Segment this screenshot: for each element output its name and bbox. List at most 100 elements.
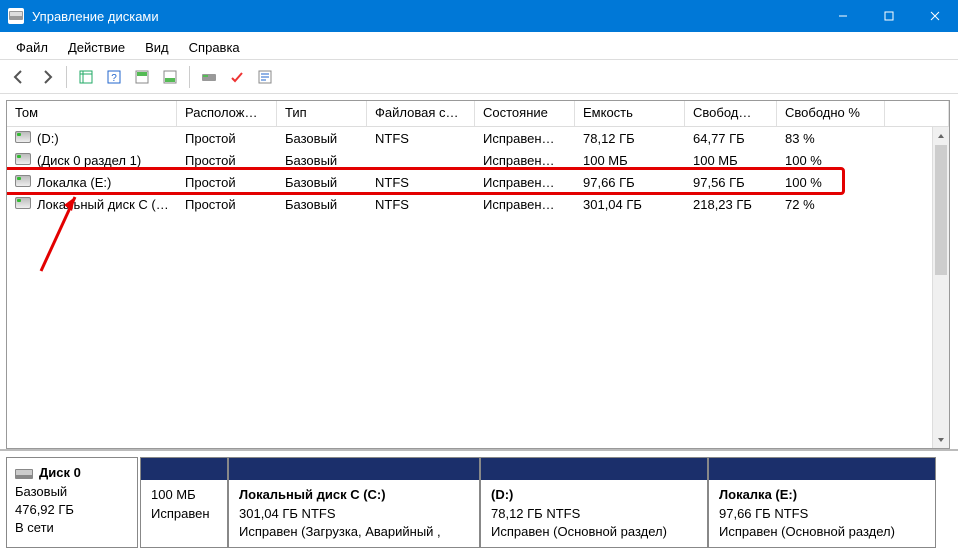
cell-fs: NTFS	[367, 196, 475, 213]
volume-icon	[15, 175, 31, 187]
cell-type: Базовый	[277, 130, 367, 147]
partition[interactable]: (D:) 78,12 ГБ NTFS Исправен (Основной разд…	[480, 457, 708, 548]
disk-capacity: 476,92 ГБ	[15, 502, 74, 517]
cell-capacity: 78,12 ГБ	[575, 130, 685, 147]
view-bottom-button[interactable]	[157, 64, 183, 90]
table-row[interactable]: Локальный диск C (… ПростойБазовыйNTFSИсп…	[7, 193, 949, 215]
column-status[interactable]: Состояние	[475, 101, 575, 126]
column-volume[interactable]: Том	[7, 101, 177, 126]
disk-header[interactable]: Диск 0 Базовый 476,92 ГБ В сети	[6, 457, 138, 548]
refresh-button[interactable]	[224, 64, 250, 90]
partition-status: Исправен (Основной раздел)	[491, 524, 667, 539]
settings-button[interactable]	[196, 64, 222, 90]
table-row[interactable]: (Диск 0 раздел 1)ПростойБазовыйИсправен……	[7, 149, 949, 171]
menu-file[interactable]: Файл	[6, 36, 58, 59]
cell-status: Исправен…	[475, 130, 575, 147]
cell-layout: Простой	[177, 196, 277, 213]
partition-status: Исправен (Загрузка, Аварийный ,	[239, 524, 441, 539]
volume-icon	[15, 153, 31, 165]
cell-status: Исправен…	[475, 174, 575, 191]
table-row[interactable]: Локалка (E:)ПростойБазовыйNTFSИсправен…9…	[7, 171, 949, 193]
partition-color-bar	[229, 458, 479, 480]
scroll-down-button[interactable]	[933, 431, 949, 448]
cell-freepct: 100 %	[777, 152, 885, 169]
titlebar: Управление дисками	[0, 0, 958, 32]
partition-title: (D:)	[491, 487, 513, 502]
view-top-button[interactable]	[129, 64, 155, 90]
cell-layout: Простой	[177, 130, 277, 147]
partition-title: Локальный диск C (C:)	[239, 487, 386, 502]
app-icon	[8, 8, 24, 24]
column-headers: Том Располож… Тип Файловая с… Состояние …	[7, 101, 949, 127]
partition-size: 78,12 ГБ NTFS	[491, 506, 580, 521]
cell-layout: Простой	[177, 152, 277, 169]
partition-color-bar	[481, 458, 707, 480]
cell-status: Исправен…	[475, 152, 575, 169]
menu-help[interactable]: Справка	[179, 36, 250, 59]
cell-type: Базовый	[277, 174, 367, 191]
column-layout[interactable]: Располож…	[177, 101, 277, 126]
partition-status: Исправен (Основной раздел)	[719, 524, 895, 539]
cell-free: 218,23 ГБ	[685, 196, 777, 213]
scroll-up-button[interactable]	[933, 127, 949, 144]
cell-capacity: 97,66 ГБ	[575, 174, 685, 191]
cell-capacity: 301,04 ГБ	[575, 196, 685, 213]
volume-list-pane: Том Располож… Тип Файловая с… Состояние …	[6, 100, 950, 449]
disk-map-pane: Диск 0 Базовый 476,92 ГБ В сети 100 МБ Ис…	[0, 449, 958, 556]
disk-icon	[15, 467, 33, 481]
window-title: Управление дисками	[32, 9, 820, 24]
cell-capacity: 100 МБ	[575, 152, 685, 169]
cell-fs	[367, 159, 475, 161]
column-capacity[interactable]: Емкость	[575, 101, 685, 126]
column-type[interactable]: Тип	[277, 101, 367, 126]
cell-free: 100 МБ	[685, 152, 777, 169]
volume-name: Локальный диск C (…	[37, 197, 169, 212]
column-spacer	[885, 101, 949, 126]
disk-type: Базовый	[15, 484, 67, 499]
column-fs[interactable]: Файловая с…	[367, 101, 475, 126]
partition-title: Локалка (E:)	[719, 487, 797, 502]
partition[interactable]: 100 МБ Исправен	[140, 457, 228, 548]
maximize-button[interactable]	[866, 0, 912, 32]
properties-button[interactable]	[252, 64, 278, 90]
partition[interactable]: Локалка (E:) 97,66 ГБ NTFS Исправен (Основ…	[708, 457, 936, 548]
partition-size: 301,04 ГБ NTFS	[239, 506, 336, 521]
back-button[interactable]	[6, 64, 32, 90]
partition-status: Исправен	[151, 506, 210, 521]
cell-layout: Простой	[177, 174, 277, 191]
show-hide-tree-button[interactable]	[73, 64, 99, 90]
menu-view[interactable]: Вид	[135, 36, 179, 59]
scroll-thumb[interactable]	[935, 145, 947, 275]
menubar: Файл Действие Вид Справка	[0, 32, 958, 60]
partition-color-bar	[141, 458, 227, 480]
partition-size: 97,66 ГБ NTFS	[719, 506, 808, 521]
volume-name: Локалка (E:)	[37, 175, 111, 190]
column-free[interactable]: Свобод…	[685, 101, 777, 126]
svg-text:?: ?	[111, 73, 117, 84]
minimize-button[interactable]	[820, 0, 866, 32]
disk-name: Диск 0	[39, 465, 81, 480]
forward-button[interactable]	[34, 64, 60, 90]
volume-name: (Диск 0 раздел 1)	[37, 153, 141, 168]
partition[interactable]: Локальный диск C (C:) 301,04 ГБ NTFS Испра…	[228, 457, 480, 548]
cell-free: 97,56 ГБ	[685, 174, 777, 191]
volume-icon	[15, 197, 31, 209]
partition-strip: 100 МБ Исправен Локальный диск C (C:) 301,0…	[140, 457, 950, 548]
table-row[interactable]: (D:)ПростойБазовыйNTFSИсправен…78,12 ГБ6…	[7, 127, 949, 149]
cell-type: Базовый	[277, 196, 367, 213]
column-freepct[interactable]: Свободно %	[777, 101, 885, 126]
cell-free: 64,77 ГБ	[685, 130, 777, 147]
cell-freepct: 72 %	[777, 196, 885, 213]
menu-action[interactable]: Действие	[58, 36, 135, 59]
partition-color-bar	[709, 458, 935, 480]
cell-freepct: 83 %	[777, 130, 885, 147]
close-button[interactable]	[912, 0, 958, 32]
cell-status: Исправен…	[475, 196, 575, 213]
disk-status: В сети	[15, 520, 54, 535]
vertical-scrollbar[interactable]	[932, 127, 949, 448]
volume-name: (D:)	[37, 131, 59, 146]
cell-freepct: 100 %	[777, 174, 885, 191]
partition-size: 100 МБ	[151, 487, 196, 502]
cell-fs: NTFS	[367, 174, 475, 191]
help-button[interactable]: ?	[101, 64, 127, 90]
